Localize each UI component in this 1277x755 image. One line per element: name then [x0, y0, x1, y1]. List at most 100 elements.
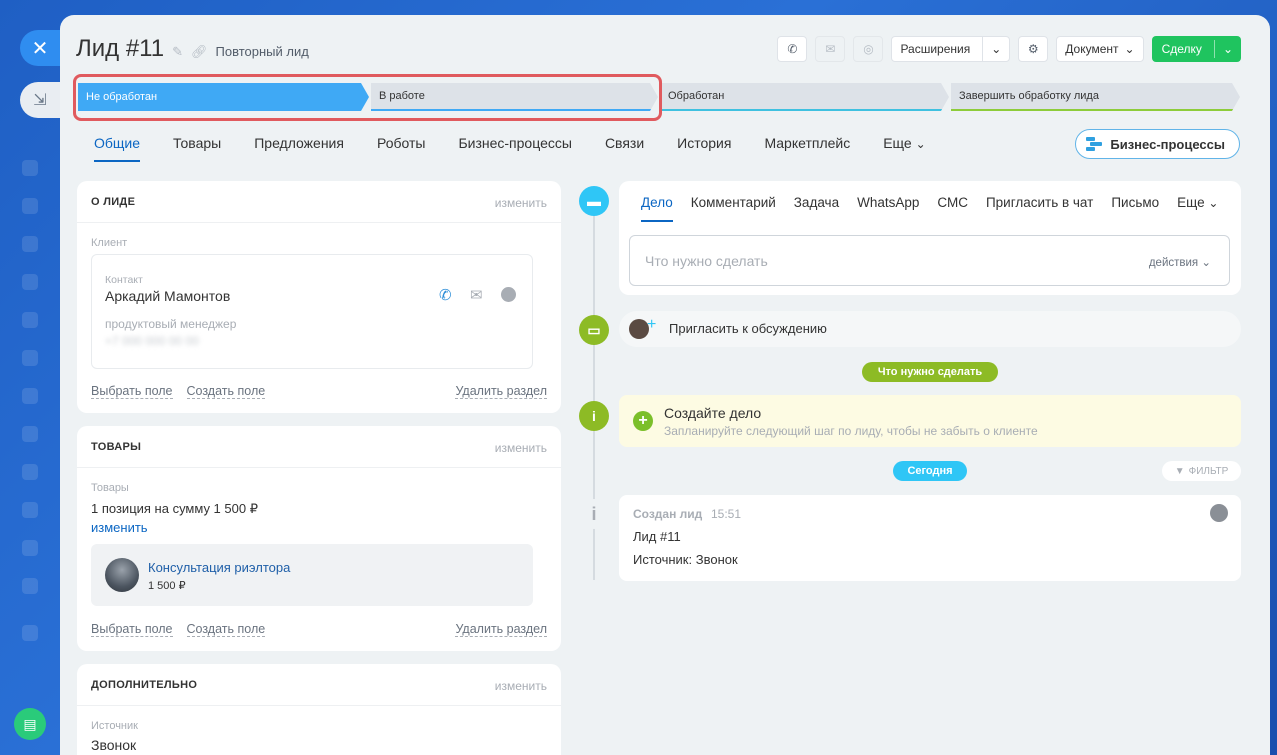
minimize-slider-button[interactable]: ⇲: [20, 82, 60, 118]
lead-panel: Лид #11 ✎ 🔗︎ Повторный лид ✆ ✉ ◎ Расшире…: [60, 15, 1270, 755]
rail-nav-icon[interactable]: [22, 625, 38, 641]
phone-icon[interactable]: ✆: [439, 286, 452, 304]
rail-nav-icon[interactable]: [22, 502, 38, 518]
editor-tab-more[interactable]: Еще ⌄: [1177, 195, 1218, 222]
about-lead-card: О ЛИДЕ изменить Клиент Контакт Аркадий М…: [77, 181, 561, 413]
products-label: Товары: [91, 482, 129, 494]
chevron-down-icon: ⌄: [1124, 42, 1135, 56]
avatar[interactable]: [1210, 504, 1228, 522]
actions-dropdown[interactable]: действия ⌄: [1149, 255, 1211, 269]
chat-icon[interactable]: [501, 287, 516, 302]
rail-nav-icon[interactable]: [22, 274, 38, 290]
filter-icon: ▼: [1174, 465, 1185, 477]
tab-more[interactable]: Еще ⌄: [883, 135, 925, 162]
rail-nav-icon[interactable]: [22, 426, 38, 442]
chevron-down-icon: ⌄: [1201, 257, 1211, 269]
product-avatar: [105, 558, 139, 592]
email-button[interactable]: ✉: [815, 36, 846, 62]
editor-tab-activity[interactable]: Дело: [641, 195, 673, 222]
additional-card: ДОПОЛНИТЕЛЬНО изменить Источник Звонок: [77, 664, 561, 755]
rail-nav-icon[interactable]: [22, 578, 38, 594]
editor-tab-task[interactable]: Задача: [794, 195, 839, 222]
deal-label: Сделку: [1161, 42, 1202, 56]
close-slider-button[interactable]: ✕: [20, 30, 60, 66]
edit-link[interactable]: изменить: [495, 441, 547, 455]
chevron-down-icon: ⌄: [1222, 42, 1233, 56]
card-title: ТОВАРЫ: [91, 441, 142, 453]
rail-nav-icon[interactable]: [22, 464, 38, 480]
tab-links[interactable]: Связи: [605, 135, 644, 162]
edit-title-icon[interactable]: ✎: [172, 44, 183, 60]
edit-link[interactable]: изменить: [495, 196, 547, 210]
select-field-link[interactable]: Выбрать поле: [91, 622, 173, 637]
rail-nav-icon[interactable]: [22, 198, 38, 214]
link-icon[interactable]: 🔗︎: [191, 44, 208, 60]
create-activity-hint: Запланируйте следующий шаг по лиду, чтоб…: [664, 424, 1038, 438]
left-rail: ✕ ⇲ ▤: [0, 0, 60, 755]
document-button[interactable]: Документ ⌄: [1056, 36, 1144, 62]
toolbar: ✆ ✉ ◎ Расширения ⌄ ⚙ Документ ⌄ Сделку ⌄: [777, 36, 1241, 62]
create-activity-block[interactable]: + Создайте дело Запланируйте следующий ш…: [619, 395, 1241, 447]
collapse-icon: ⇲: [33, 92, 47, 109]
edit-link[interactable]: изменить: [495, 679, 547, 693]
bp-button-label: Бизнес-процессы: [1110, 136, 1225, 152]
plus-icon: +: [647, 316, 657, 333]
activity-icon: ▬: [579, 186, 609, 216]
tab-history[interactable]: История: [677, 135, 731, 162]
tab-general[interactable]: Общие: [94, 135, 141, 162]
chat-icon: ◎: [863, 42, 874, 56]
extensions-button[interactable]: Расширения ⌄: [891, 36, 1011, 62]
invite-label: Пригласить к обсуждению: [669, 321, 827, 336]
delete-section-link[interactable]: Удалить раздел: [455, 622, 547, 637]
todo-input[interactable]: Что нужно сделать действия ⌄: [629, 235, 1230, 286]
contact-label: Контакт: [105, 274, 143, 286]
tab-marketplace[interactable]: Маркетплейс: [764, 135, 850, 162]
stage-processed[interactable]: Обработан: [660, 83, 949, 111]
mail-icon: ✉: [825, 42, 836, 56]
editor-tab-sms[interactable]: СМС: [937, 195, 968, 222]
product-item: Консультация риэлтора 1 500 ₽: [91, 544, 533, 606]
printer-icon[interactable]: ▤: [14, 708, 46, 740]
select-field-link[interactable]: Выбрать поле: [91, 384, 173, 399]
tab-business-processes[interactable]: Бизнес-процессы: [458, 135, 571, 162]
settings-button[interactable]: ⚙: [1018, 36, 1049, 62]
rail-nav-icon[interactable]: [22, 388, 38, 404]
product-name[interactable]: Консультация риэлтора: [148, 560, 290, 575]
rail-nav-icon[interactable]: [22, 160, 38, 176]
delete-section-link[interactable]: Удалить раздел: [455, 384, 547, 399]
mail-icon[interactable]: ✉: [470, 286, 483, 304]
rail-nav-icon[interactable]: [22, 236, 38, 252]
product-price: 1 500 ₽: [148, 580, 186, 592]
create-field-link[interactable]: Создать поле: [186, 622, 266, 637]
tab-offers[interactable]: Предложения: [254, 135, 344, 162]
chevron-down-icon: ⌄: [1208, 196, 1219, 210]
tab-robots[interactable]: Роботы: [377, 135, 425, 162]
tab-products[interactable]: Товары: [173, 135, 221, 162]
business-processes-button[interactable]: Бизнес-процессы: [1075, 129, 1240, 159]
timeline-event: Создан лид 15:51 Лид #11 Источник: Звоно…: [619, 495, 1241, 581]
products-summary: 1 позиция на сумму 1 500 ₽: [91, 501, 258, 516]
filter-button[interactable]: ▼ ФИЛЬТР: [1162, 461, 1241, 481]
stage-finish[interactable]: Завершить обработку лида: [951, 83, 1240, 111]
chat-button[interactable]: ◎: [853, 36, 884, 62]
info-icon: i: [579, 401, 609, 431]
rail-nav-icon[interactable]: [22, 540, 38, 556]
contact-position: продуктовый менеджер: [105, 317, 237, 331]
rail-nav-icon[interactable]: [22, 312, 38, 328]
today-pill: Сегодня: [893, 461, 967, 481]
create-field-link[interactable]: Создать поле: [186, 384, 266, 399]
activity-editor: Дело Комментарий Задача WhatsApp СМС При…: [619, 181, 1241, 295]
convert-deal-button[interactable]: Сделку ⌄: [1151, 36, 1241, 62]
add-icon[interactable]: +: [633, 411, 653, 431]
invite-discussion[interactable]: + Пригласить к обсуждению: [619, 311, 1241, 347]
editor-tab-whatsapp[interactable]: WhatsApp: [857, 195, 919, 222]
editor-tab-invite-chat[interactable]: Пригласить в чат: [986, 195, 1093, 222]
contact-name[interactable]: Аркадий Мамонтов: [105, 288, 230, 304]
call-button[interactable]: ✆: [777, 36, 808, 62]
products-change-link[interactable]: изменить: [91, 520, 148, 535]
event-title: Создан лид: [633, 507, 703, 521]
editor-tab-comment[interactable]: Комментарий: [691, 195, 776, 222]
rail-nav-icon[interactable]: [22, 350, 38, 366]
create-activity-title: Создайте дело: [664, 405, 762, 421]
editor-tab-email[interactable]: Письмо: [1111, 195, 1159, 222]
